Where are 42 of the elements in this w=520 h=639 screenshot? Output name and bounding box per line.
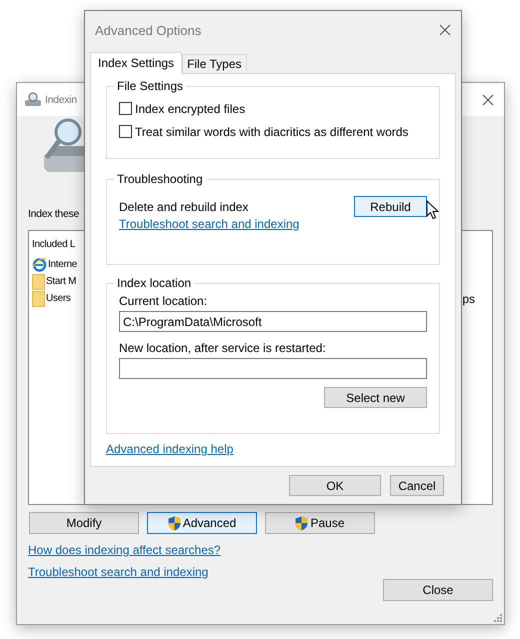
modify-button[interactable]: Modify (29, 512, 139, 534)
checkbox-label[interactable]: Treat similar words with diacritics as different words (135, 124, 408, 138)
window-title: Indexin (45, 94, 78, 106)
location-field[interactable]: C:\ProgramData\Microsoft (119, 311, 427, 332)
help-link[interactable]: How does indexing affect searches? (28, 543, 221, 557)
list-item[interactable]: Interne (48, 259, 78, 270)
dialog-button[interactable]: OK (289, 475, 381, 496)
close-icon[interactable] (482, 94, 494, 106)
table-cell: ps (462, 292, 475, 306)
pause-button[interactable]: Pause (265, 512, 375, 534)
list-item[interactable]: Users (46, 293, 71, 304)
rebuild-button[interactable]: Rebuild (354, 196, 427, 217)
drive-icon (24, 92, 42, 108)
help-link[interactable]: Advanced indexing help (106, 442, 234, 456)
checkbox[interactable] (119, 125, 132, 138)
label-text: Delete and rebuild index (119, 200, 248, 214)
group-title: File Settings (114, 79, 186, 93)
troubleshoot-link[interactable]: Troubleshoot search and indexing (119, 217, 300, 231)
group-title: Index location (114, 276, 194, 290)
field-label: Current location: (119, 294, 208, 308)
list-item[interactable]: Start M (46, 276, 76, 287)
dialog-button[interactable]: Cancel (390, 475, 444, 496)
checkbox-label[interactable]: Index encrypted files (135, 102, 246, 116)
folder-icon (32, 274, 45, 290)
window-title: Advanced Options (95, 22, 202, 38)
field-label: New location, after service is restarted: (119, 341, 327, 355)
tab[interactable]: File Types (182, 54, 247, 73)
folder-icon (32, 290, 45, 306)
tab[interactable]: Index Settings (90, 52, 182, 74)
group-title: Troubleshooting (114, 172, 206, 186)
select-new-button[interactable]: Select new (324, 387, 427, 408)
column-header[interactable]: Included L (32, 239, 76, 250)
location-field[interactable] (119, 358, 427, 379)
heading-text: Index these (28, 208, 79, 220)
resize-grip-icon[interactable] (494, 614, 502, 622)
close-icon[interactable] (439, 24, 451, 36)
close-button[interactable]: Close (383, 579, 493, 601)
advanced-button[interactable]: Advanced (147, 512, 257, 534)
checkbox[interactable] (119, 102, 132, 115)
pointer-icon (426, 200, 439, 220)
help-link[interactable]: Troubleshoot search and indexing (28, 565, 208, 579)
browser-icon (32, 257, 47, 272)
